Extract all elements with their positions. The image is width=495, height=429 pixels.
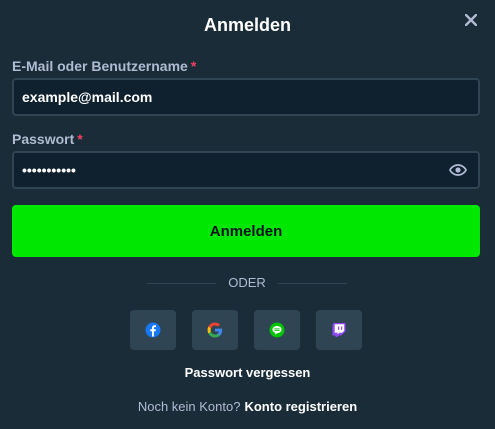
divider-line-left: [147, 282, 217, 284]
password-label-text: Passwort: [12, 131, 75, 147]
forgot-password-row: Passwort vergessen: [0, 364, 495, 382]
google-login-button[interactable]: [192, 310, 238, 350]
password-field-box: [12, 151, 480, 189]
password-label: Passwort *: [12, 130, 83, 148]
email-label: E-Mail oder Benutzername *: [12, 57, 196, 75]
line-login-button[interactable]: [254, 310, 300, 350]
forgot-password-link[interactable]: Passwort vergessen: [185, 365, 311, 380]
email-field-box: [12, 78, 480, 116]
required-marker: *: [77, 131, 83, 147]
facebook-icon: [145, 322, 161, 338]
eye-icon: [449, 164, 467, 176]
email-label-text: E-Mail oder Benutzername: [12, 58, 188, 74]
login-dialog: Anmelden E-Mail oder Benutzername* Passw…: [0, 0, 495, 429]
close-button[interactable]: [461, 10, 481, 30]
show-password-button[interactable]: [438, 153, 478, 187]
required-marker: *: [190, 58, 197, 74]
close-icon: [465, 14, 477, 26]
divider-text: ODER: [228, 275, 266, 290]
social-login-row: [130, 310, 362, 350]
register-prompt: Noch kein Konto?: [137, 399, 241, 414]
or-divider: ODER: [147, 275, 347, 291]
twitch-icon: [332, 323, 346, 337]
facebook-login-button[interactable]: [130, 310, 176, 350]
password-field[interactable]: [14, 153, 438, 187]
line-icon: [269, 322, 285, 338]
google-icon: [207, 322, 223, 338]
register-row: Noch kein Konto? Konto registrieren: [0, 398, 495, 416]
divider-line-right: [277, 282, 347, 284]
register-link[interactable]: Konto registrieren: [244, 399, 357, 414]
twitch-login-button[interactable]: [316, 310, 362, 350]
dialog-title: Anmelden: [203, 15, 291, 35]
email-field[interactable]: [14, 80, 478, 114]
login-submit-button[interactable]: Anmelden: [12, 205, 480, 257]
